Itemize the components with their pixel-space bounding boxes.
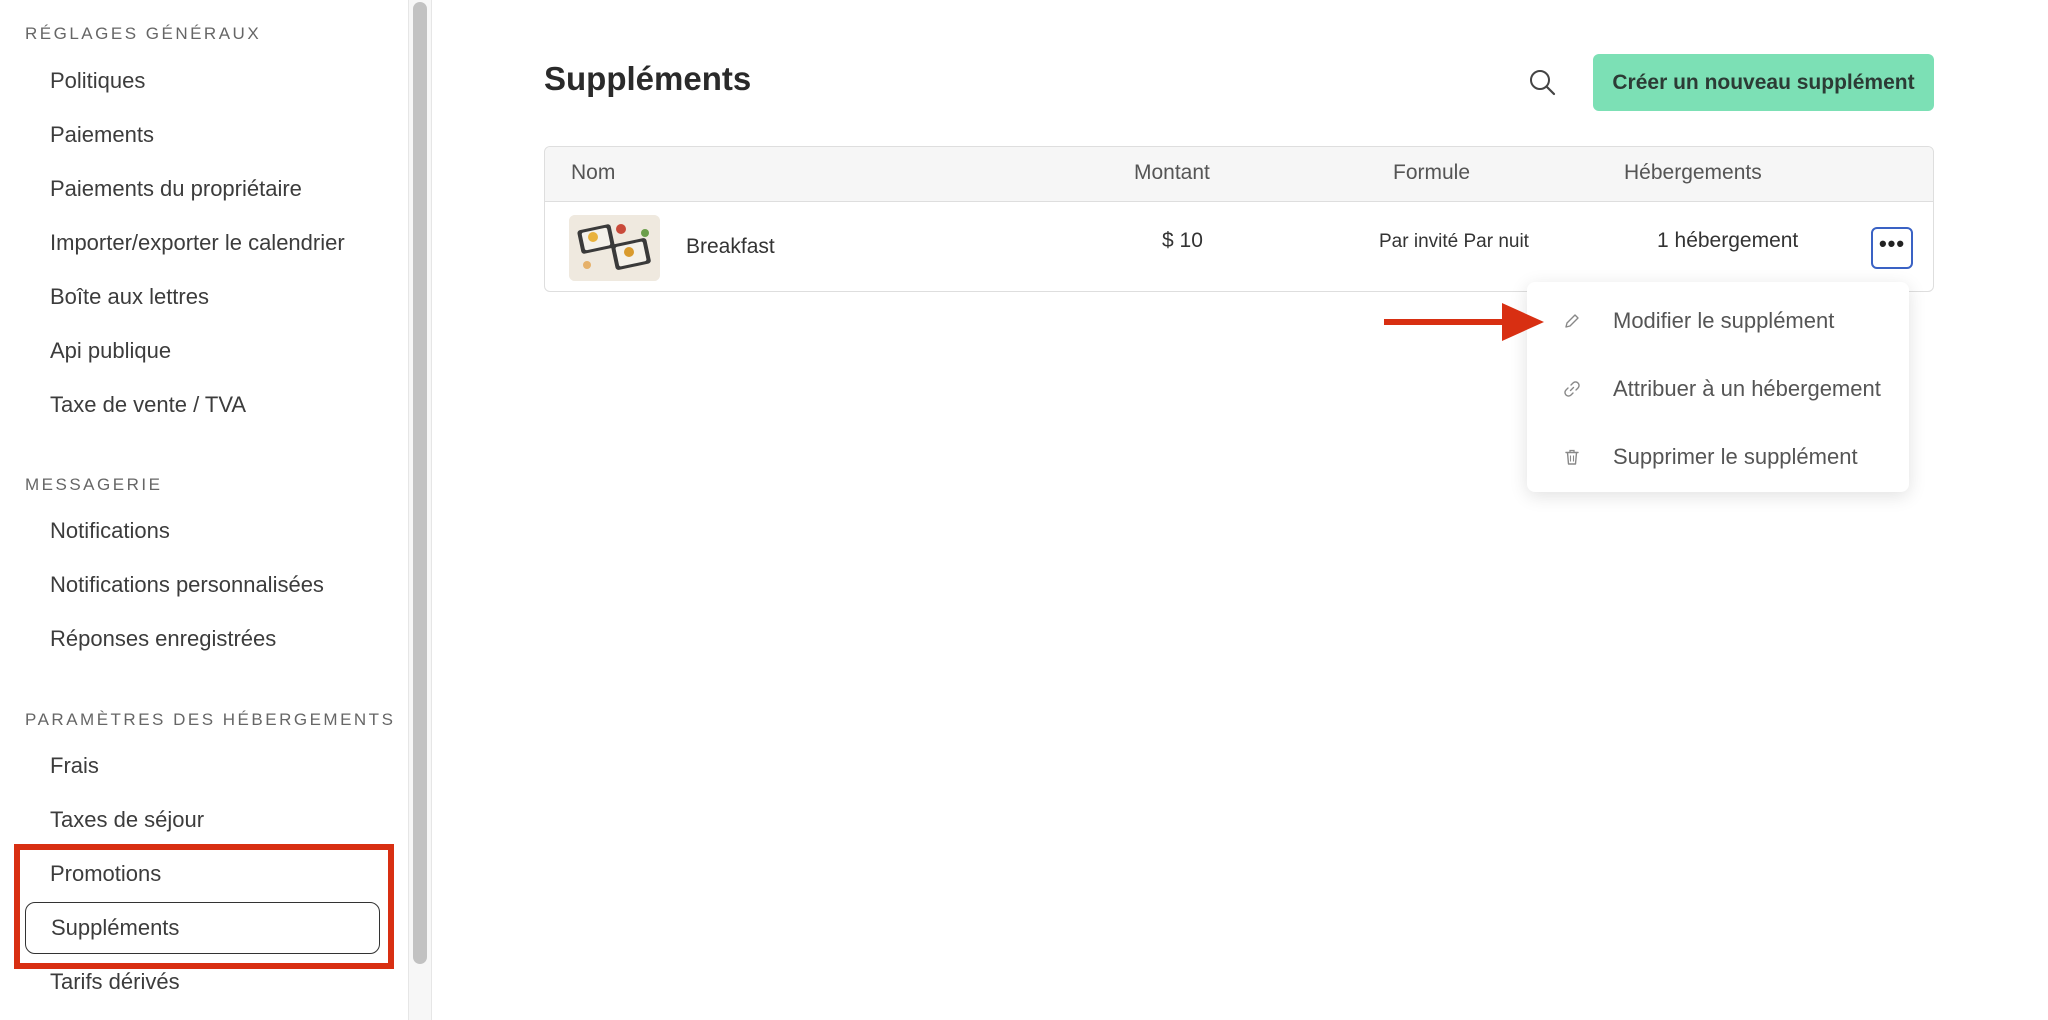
annotation-arrow-icon	[1384, 303, 1544, 341]
supplement-amount: $ 10	[1162, 229, 1203, 252]
section-title-messagerie: MESSAGERIE	[25, 475, 163, 494]
sidebar-item-paiements-proprietaire[interactable]: Paiements du propriétaire	[25, 163, 380, 215]
sidebar-item-notifications[interactable]: Notifications	[25, 505, 380, 557]
sidebar-item-paiements[interactable]: Paiements	[25, 109, 380, 161]
supplement-name[interactable]: Breakfast	[686, 235, 775, 259]
sidebar-item-calendrier[interactable]: Importer/exporter le calendrier	[25, 217, 380, 269]
menu-item-assign-accommodation[interactable]: Attribuer à un hébergement	[1527, 360, 1909, 420]
menu-item-label: Modifier le supplément	[1613, 308, 1835, 333]
annotation-highlight-box	[14, 844, 394, 969]
row-actions-menu: Modifier le supplément Attribuer à un hé…	[1527, 282, 1909, 492]
search-icon	[1530, 70, 1556, 96]
breakfast-image	[569, 215, 660, 281]
trash-icon	[1565, 449, 1579, 465]
table-header: Nom Montant Formule Hébergements	[545, 147, 1933, 202]
sidebar-item-api-publique[interactable]: Api publique	[25, 325, 380, 377]
sidebar-item-notifications-personnalisees[interactable]: Notifications personnalisées	[25, 559, 380, 611]
sidebar-item-taxes-de-sejour[interactable]: Taxes de séjour	[25, 794, 380, 846]
more-horizontal-icon: •••	[1878, 231, 1906, 256]
column-header-nom[interactable]: Nom	[571, 161, 615, 185]
pencil-icon	[1565, 314, 1579, 328]
supplements-table: Nom Montant Formule Hébergements Breakfa…	[544, 146, 1934, 292]
page-title: Suppléments	[544, 60, 752, 97]
menu-item-label: Attribuer à un hébergement	[1613, 376, 1881, 401]
supplement-formula: Par invité Par nuit	[1379, 231, 1529, 252]
sidebar-item-politiques[interactable]: Politiques	[25, 55, 380, 107]
supplement-accommodations: 1 hébergement	[1657, 229, 1799, 252]
search-button[interactable]	[1524, 64, 1562, 102]
menu-item-label: Supprimer le supplément	[1613, 444, 1858, 469]
supplement-thumbnail	[569, 215, 660, 281]
sidebar-item-reponses-enregistrees[interactable]: Réponses enregistrées	[25, 613, 380, 665]
create-supplement-button[interactable]: Créer un nouveau supplément	[1593, 54, 1934, 111]
sidebar-item-boite-aux-lettres[interactable]: Boîte aux lettres	[25, 271, 380, 323]
column-header-hebergements[interactable]: Hébergements	[1624, 161, 1762, 185]
row-actions-button[interactable]: •••	[1871, 227, 1913, 269]
sidebar-item-frais[interactable]: Frais	[25, 740, 380, 792]
menu-item-delete-supplement[interactable]: Supprimer le supplément	[1527, 428, 1909, 488]
sidebar-item-taxe-de-vente[interactable]: Taxe de vente / TVA	[25, 379, 380, 431]
section-title-hebergements: PARAMÈTRES DES HÉBERGEMENTS	[25, 710, 396, 729]
column-header-formule[interactable]: Formule	[1393, 161, 1470, 185]
section-title-general: RÉGLAGES GÉNÉRAUX	[25, 24, 262, 43]
sidebar-scrollbar-thumb[interactable]	[413, 2, 427, 964]
link-icon	[1564, 381, 1580, 397]
menu-item-edit-supplement[interactable]: Modifier le supplément	[1527, 292, 1909, 352]
column-header-montant[interactable]: Montant	[1134, 161, 1210, 185]
